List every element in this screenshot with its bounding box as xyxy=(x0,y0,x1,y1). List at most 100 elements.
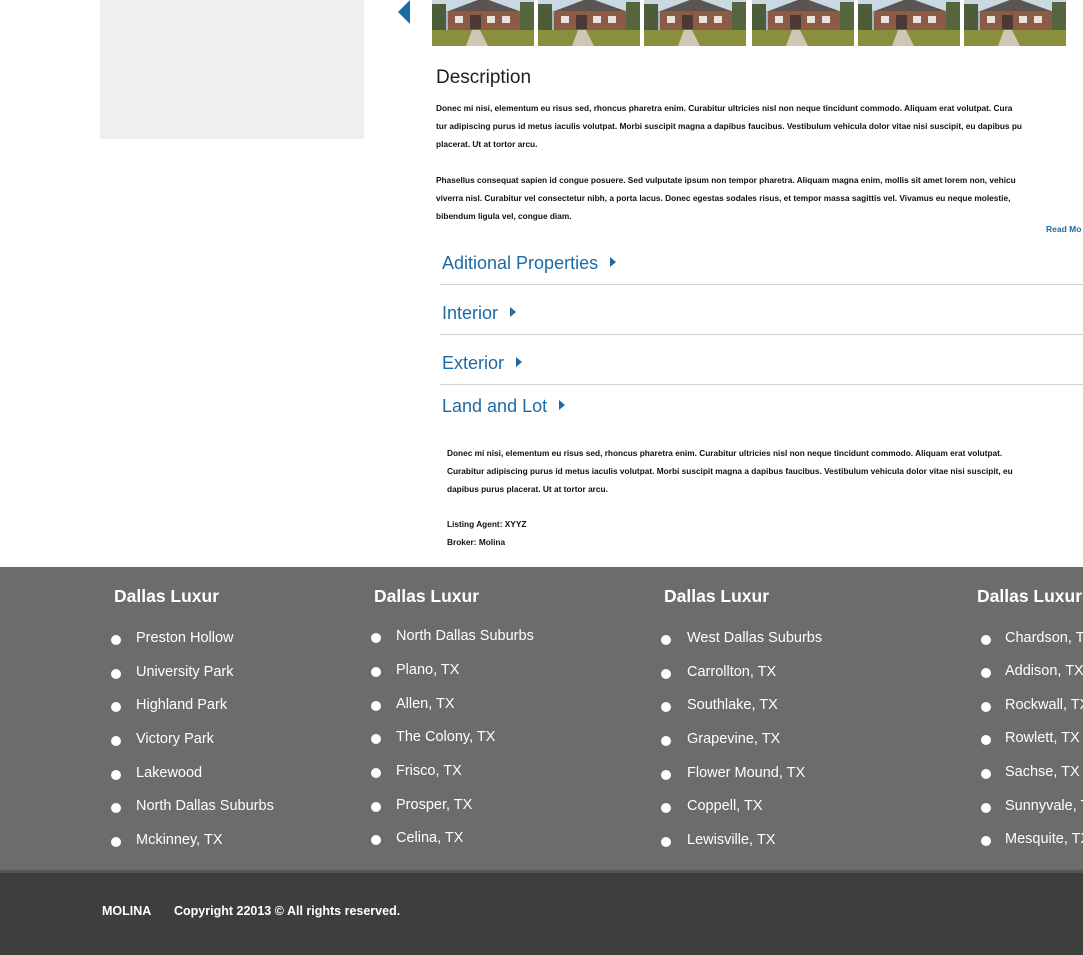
footer-link[interactable]: The Colony, TX xyxy=(396,729,495,745)
bullet-icon xyxy=(981,702,991,712)
accordion-label: Interior xyxy=(442,303,499,323)
footer-column-title: Dallas Luxur xyxy=(664,586,770,606)
footer-link[interactable]: Addison, TX xyxy=(1005,663,1083,679)
bullet-icon xyxy=(661,635,671,645)
footer-link[interactable]: Chardson, T xyxy=(1005,630,1083,646)
footer-link[interactable]: Coppell, TX xyxy=(687,798,763,814)
bullet-icon xyxy=(111,770,121,780)
footer-link[interactable]: University Park xyxy=(136,664,234,680)
bullet-icon xyxy=(661,736,671,746)
bullet-icon xyxy=(981,635,991,645)
description-title: Description xyxy=(436,67,532,88)
map-placeholder xyxy=(100,0,364,139)
bullet-icon xyxy=(981,769,991,779)
bullet-icon xyxy=(371,802,381,812)
footer-link[interactable]: Mesquite, TX xyxy=(1005,831,1083,847)
accordion-interior[interactable]: Interior xyxy=(440,300,1083,335)
bullet-icon xyxy=(981,668,991,678)
accordion-additional-properties[interactable]: Aditional Properties xyxy=(440,250,1083,285)
house-photo-icon xyxy=(858,0,960,46)
house-photo-icon xyxy=(644,0,746,46)
footer-link[interactable]: Mckinney, TX xyxy=(136,832,223,848)
bullet-icon xyxy=(371,835,381,845)
description-line: bibendum ligula vel, congue diam. xyxy=(436,211,572,221)
description-line: tur adipiscing purus id metus iaculis vo… xyxy=(436,121,1022,131)
footer-copyright: Copyright 22013 © All rights reserved. xyxy=(174,904,401,918)
land-lot-line: Curabitur adipiscing purus id metus iacu… xyxy=(447,466,1013,476)
house-photo-icon xyxy=(964,0,1066,46)
bullet-icon xyxy=(981,836,991,846)
thumbnail-3[interactable] xyxy=(644,0,746,46)
footer-link[interactable]: Sachse, TX xyxy=(1005,764,1080,780)
footer-link[interactable]: Rockwall, TX xyxy=(1005,697,1083,713)
bullet-icon xyxy=(111,837,121,847)
land-lot-line: dapibus purus placerat. Ut at tortor arc… xyxy=(447,484,608,494)
bullet-icon xyxy=(111,669,121,679)
footer-link[interactable]: Plano, TX xyxy=(396,662,459,678)
thumbnail-2[interactable] xyxy=(538,0,640,46)
bullet-icon xyxy=(371,734,381,744)
footer-bottom-bar xyxy=(0,870,1083,955)
broker: Broker: Molina xyxy=(447,537,506,547)
bullet-icon xyxy=(661,669,671,679)
footer-link[interactable]: Lakewood xyxy=(136,765,202,781)
bullet-icon xyxy=(661,837,671,847)
land-lot-description: Donec mi nisi, elementum eu risus sed, r… xyxy=(447,444,1083,498)
accordion-label: Aditional Properties xyxy=(442,253,599,273)
footer-link[interactable]: Lewisville, TX xyxy=(687,832,775,848)
footer-link[interactable]: Sunnyvale, T xyxy=(1005,798,1083,814)
caret-right-icon xyxy=(510,307,517,317)
footer-column-title: Dallas Luxur xyxy=(114,586,220,606)
bullet-icon xyxy=(371,768,381,778)
house-photo-icon xyxy=(432,0,534,46)
footer-column-title: Dallas Luxur xyxy=(977,586,1083,606)
footer-links-section xyxy=(0,567,1083,870)
bullet-icon xyxy=(111,702,121,712)
footer-link[interactable]: North Dallas Suburbs xyxy=(396,628,534,644)
footer-link[interactable]: Carrollton, TX xyxy=(687,664,776,680)
footer-link[interactable]: Victory Park xyxy=(136,731,214,747)
bullet-icon xyxy=(371,633,381,643)
footer-link[interactable]: Allen, TX xyxy=(396,696,455,712)
bullet-icon xyxy=(111,635,121,645)
footer-link[interactable]: Preston Hollow xyxy=(136,630,234,646)
footer-link[interactable]: West Dallas Suburbs xyxy=(687,630,822,646)
bullet-icon xyxy=(661,770,671,780)
bullet-icon xyxy=(981,735,991,745)
accordion-label: Land and Lot xyxy=(442,396,548,416)
footer-link[interactable]: Prosper, TX xyxy=(396,797,472,813)
footer-link[interactable]: Frisco, TX xyxy=(396,763,462,779)
caret-right-icon xyxy=(559,400,566,410)
house-photo-icon xyxy=(538,0,640,46)
thumbnail-4[interactable] xyxy=(752,0,854,46)
description-paragraph-2: Phasellus consequat sapien id congue pos… xyxy=(436,171,1083,225)
description-line: Donec mi nisi, elementum eu risus sed, r… xyxy=(436,103,1013,113)
house-photo-icon xyxy=(752,0,854,46)
description-line: placerat. Ut at tortor arcu. xyxy=(436,139,538,149)
caret-right-icon xyxy=(516,357,523,367)
bullet-icon xyxy=(111,736,121,746)
accordion-exterior[interactable]: Exterior xyxy=(440,350,1083,385)
footer-column-title: Dallas Luxur xyxy=(374,586,480,606)
thumbnail-5[interactable] xyxy=(858,0,960,46)
footer-link[interactable]: North Dallas Suburbs xyxy=(136,798,274,814)
accordion-land-and-lot[interactable]: Land and Lot xyxy=(440,393,1083,427)
footer-link[interactable]: Grapevine, TX xyxy=(687,731,780,747)
listing-agent: Listing Agent: XYYZ xyxy=(447,519,527,529)
bullet-icon xyxy=(661,803,671,813)
bullet-icon xyxy=(371,667,381,677)
gallery-prev-arrow-icon[interactable] xyxy=(398,0,410,24)
thumbnail-6[interactable] xyxy=(964,0,1066,46)
footer-link[interactable]: Celina, TX xyxy=(396,830,463,846)
footer-link[interactable]: Rowlett, TX xyxy=(1005,730,1080,746)
footer-link[interactable]: Flower Mound, TX xyxy=(687,765,805,781)
read-more-link[interactable]: Read Mo xyxy=(1046,224,1081,234)
bullet-icon xyxy=(371,701,381,711)
footer-link[interactable]: Highland Park xyxy=(136,697,227,713)
land-lot-line: Donec mi nisi, elementum eu risus sed, r… xyxy=(447,448,1003,458)
description-line: viverra nisl. Curabitur vel consectetur … xyxy=(436,193,1011,203)
thumbnail-1[interactable] xyxy=(432,0,534,46)
caret-right-icon xyxy=(610,257,617,267)
footer-link[interactable]: Southlake, TX xyxy=(687,697,778,713)
description-line: Phasellus consequat sapien id congue pos… xyxy=(436,175,1016,185)
